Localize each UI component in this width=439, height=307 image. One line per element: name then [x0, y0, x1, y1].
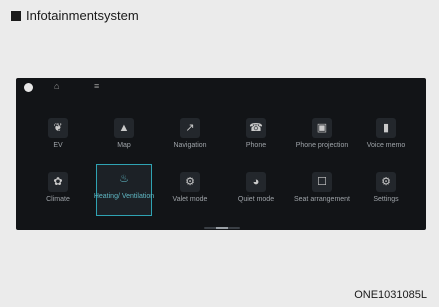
- tile-label: Quiet mode: [237, 196, 275, 203]
- tile-label: Climate: [46, 196, 70, 203]
- valet-icon: ⚙: [180, 172, 200, 192]
- tile-phone[interactable]: ☎ Phone: [228, 114, 284, 164]
- tile-label: Heating/ Ventilation: [93, 193, 155, 200]
- gear-icon: ⚙: [376, 172, 396, 192]
- tile-label: Phone: [245, 142, 267, 149]
- tile-climate[interactable]: ✿ Climate: [30, 168, 86, 218]
- arrow-icon: ▲: [114, 118, 134, 138]
- projection-icon: ▣: [312, 118, 332, 138]
- tile-seat-arrangement[interactable]: ☐ Seat arrangement: [294, 168, 350, 218]
- tile-label: Valet mode: [172, 196, 208, 203]
- tile-label: Phone projection: [295, 142, 349, 149]
- tile-heating-ventilation[interactable]: ♨ Heating/ Ventilation: [93, 164, 155, 216]
- tile-settings[interactable]: ⚙ Settings: [358, 168, 414, 218]
- quiet-icon: ◕: [246, 172, 266, 192]
- tile-label: Voice memo: [366, 142, 406, 149]
- tile-label: Navigation: [173, 142, 207, 149]
- menu-icon[interactable]: ≡: [94, 81, 99, 91]
- tile-phone-projection[interactable]: ▣ Phone projection: [294, 114, 350, 164]
- seat-heating-icon: ♨: [119, 172, 129, 185]
- tile-label: EV: [53, 142, 63, 149]
- seat-icon: ☐: [312, 172, 332, 192]
- fan-icon: ✿: [48, 172, 68, 192]
- profile-circle-icon[interactable]: [24, 83, 33, 92]
- tile-label: Map: [117, 142, 131, 149]
- voice-memo-icon: ▮: [376, 118, 396, 138]
- top-bar: ⌂ ≡: [16, 78, 426, 98]
- tile-label: Seat arrangement: [293, 196, 351, 203]
- header-square-icon: [11, 10, 21, 21]
- tile-label: Settings: [373, 196, 399, 203]
- tile-quiet-mode[interactable]: ◕ Quiet mode: [228, 168, 284, 218]
- tile-valet-mode[interactable]: ⚙ Valet mode: [162, 168, 218, 218]
- page-indicator: [204, 227, 240, 229]
- home-icon[interactable]: ⌂: [54, 81, 59, 91]
- phone-icon: ☎: [246, 118, 266, 138]
- leaf-icon: ❦: [48, 118, 68, 138]
- page-header: Infotainmentsystem: [11, 8, 139, 23]
- figure-code: ONE1031085L: [354, 289, 427, 301]
- tile-voice-memo[interactable]: ▮ Voice memo: [358, 114, 414, 164]
- compass-icon: ↗: [180, 118, 200, 138]
- tile-navigation[interactable]: ↗ Navigation: [162, 114, 218, 164]
- tile-map[interactable]: ▲ Map: [96, 114, 152, 164]
- page-indicator-active: [216, 227, 228, 229]
- infotainment-screen: ⌂ ≡ ❦ EV ▲ Map ↗ Navigation ☎ Phone ▣ Ph…: [16, 78, 426, 230]
- page-title: Infotainmentsystem: [26, 8, 139, 23]
- tile-ev[interactable]: ❦ EV: [30, 114, 86, 164]
